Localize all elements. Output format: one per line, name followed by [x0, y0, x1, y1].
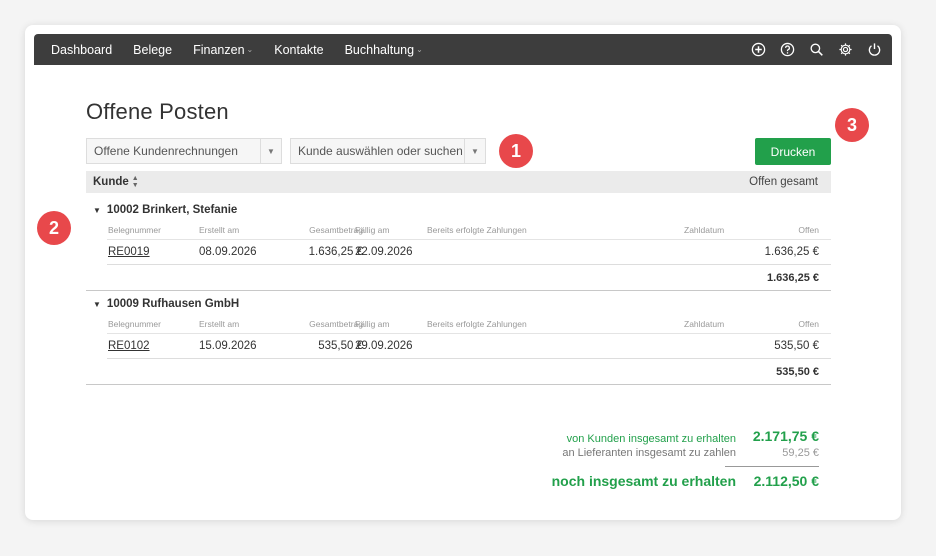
nav-buchhaltung[interactable]: Buchhaltung ⌄: [345, 43, 423, 57]
chevron-down-icon: ⌄: [416, 45, 423, 54]
toolbar-icons: [737, 42, 892, 58]
nav-dashboard-label: Dashboard: [51, 42, 113, 57]
nav-kontakte[interactable]: Kontakte: [274, 43, 323, 57]
chevron-down-icon: ⌄: [246, 45, 254, 54]
col-belegnummer: Belegnummer: [108, 225, 161, 235]
col-faellig: Fällig am: [355, 319, 390, 329]
customer-select[interactable]: Kunde auswählen oder suchen ▼: [290, 138, 486, 164]
nav-kontakte-label: Kontakte: [274, 42, 324, 57]
column-headers: Belegnummer Erstellt am Gesamtbetrag Fäl…: [107, 319, 831, 334]
sort-icon: ▲ ▼: [131, 175, 139, 189]
column-headers: Belegnummer Erstellt am Gesamtbetrag Fäl…: [107, 225, 831, 240]
from-customers-label: von Kunden insgesamt zu erhalten: [566, 433, 736, 445]
chevron-down-icon: ▼: [260, 139, 281, 163]
remaining-value: 2.112,50 €: [753, 473, 819, 489]
customer-name: 10002 Brinkert, Stefanie: [106, 204, 238, 216]
customer-select-value: Kunde auswählen oder suchen: [298, 144, 463, 158]
plus-circle-icon[interactable]: [750, 42, 766, 58]
callout-badge-3: 3: [835, 108, 869, 142]
from-customers-value: 2.171,75 €: [752, 428, 819, 444]
group-sum-row: 1.636,25 €: [86, 265, 831, 291]
created-date: 15.09.2026: [199, 340, 257, 352]
callout-badge-1: 1: [499, 134, 533, 168]
search-icon[interactable]: [808, 42, 824, 58]
col-erstellt: Erstellt am: [199, 225, 240, 235]
document-link[interactable]: RE0102: [108, 340, 150, 352]
due-date: 29.09.2026: [355, 340, 413, 352]
app-window: Dashboard Belege Finanzen ⌄ Kontakte Buch…: [25, 25, 901, 520]
collapse-triangle-icon: ▼: [93, 205, 101, 215]
totals-divider: [725, 466, 819, 467]
callout-badge-2: 2: [37, 211, 71, 245]
col-offen: Offen: [798, 319, 819, 329]
open-amount: 1.636,25 €: [764, 246, 819, 258]
sort-by-customer[interactable]: Kunde ▲ ▼: [86, 175, 139, 189]
remaining-label: noch insgesamt zu erhalten: [551, 473, 736, 489]
table-header: Kunde ▲ ▼ Offen gesamt: [86, 171, 831, 193]
group-sum: 1.636,25 €: [767, 272, 819, 284]
column-open-total-label: Offen gesamt: [749, 176, 818, 188]
col-offen: Offen: [798, 225, 819, 235]
customer-group-toggle[interactable]: ▼ 10009 Rufhausen GmbH: [93, 298, 239, 310]
nav-finanzen-label: Finanzen: [193, 42, 245, 57]
group-sum: 535,50 €: [776, 366, 819, 378]
column-customer-label: Kunde: [93, 176, 129, 188]
document-link[interactable]: RE0019: [108, 246, 150, 258]
document-type-select[interactable]: Offene Kundenrechnungen ▼: [86, 138, 282, 164]
group-sum-row: 535,50 €: [86, 359, 831, 385]
nav-dashboard[interactable]: Dashboard: [51, 43, 112, 57]
page-title: Offene Posten: [86, 99, 229, 124]
col-bereits-zahlungen: Bereits erfolgte Zahlungen: [427, 225, 527, 235]
document-type-value: Offene Kundenrechnungen: [94, 144, 238, 158]
help-icon[interactable]: [779, 42, 795, 58]
created-date: 08.09.2026: [199, 246, 257, 258]
customer-group-toggle[interactable]: ▼ 10002 Brinkert, Stefanie: [93, 204, 237, 216]
print-button[interactable]: Drucken: [755, 138, 831, 165]
top-navigation: Dashboard Belege Finanzen ⌄ Kontakte Buch…: [34, 34, 892, 65]
col-bereits-zahlungen: Bereits erfolgte Zahlungen: [427, 319, 527, 329]
to-suppliers-value: 59,25 €: [782, 447, 819, 459]
nav-finanzen[interactable]: Finanzen ⌄: [193, 43, 253, 57]
collapse-triangle-icon: ▼: [93, 299, 101, 309]
due-date: 22.09.2026: [355, 246, 413, 258]
col-erstellt: Erstellt am: [199, 319, 240, 329]
col-belegnummer: Belegnummer: [108, 319, 161, 329]
nav-belege[interactable]: Belege: [133, 43, 172, 57]
col-zahldatum: Zahldatum: [684, 225, 725, 235]
table-row: RE0019 08.09.2026 1.636,25 € 22.09.2026 …: [107, 239, 831, 265]
chevron-down-icon: ▼: [464, 139, 485, 163]
col-faellig: Fällig am: [355, 225, 390, 235]
settings-icon[interactable]: [837, 42, 853, 58]
nav-buchhaltung-label: Buchhaltung: [344, 42, 415, 57]
customer-name: 10009 Rufhausen GmbH: [106, 298, 240, 310]
col-zahldatum: Zahldatum: [684, 319, 725, 329]
to-suppliers-label: an Lieferanten insgesamt zu zahlen: [562, 447, 736, 459]
nav-belege-label: Belege: [133, 42, 173, 57]
open-amount: 535,50 €: [774, 340, 819, 352]
table-row: RE0102 15.09.2026 535,50 € 29.09.2026 53…: [107, 333, 831, 359]
power-icon[interactable]: [866, 42, 882, 58]
main-menu: Dashboard Belege Finanzen ⌄ Kontakte Buch…: [34, 43, 444, 57]
